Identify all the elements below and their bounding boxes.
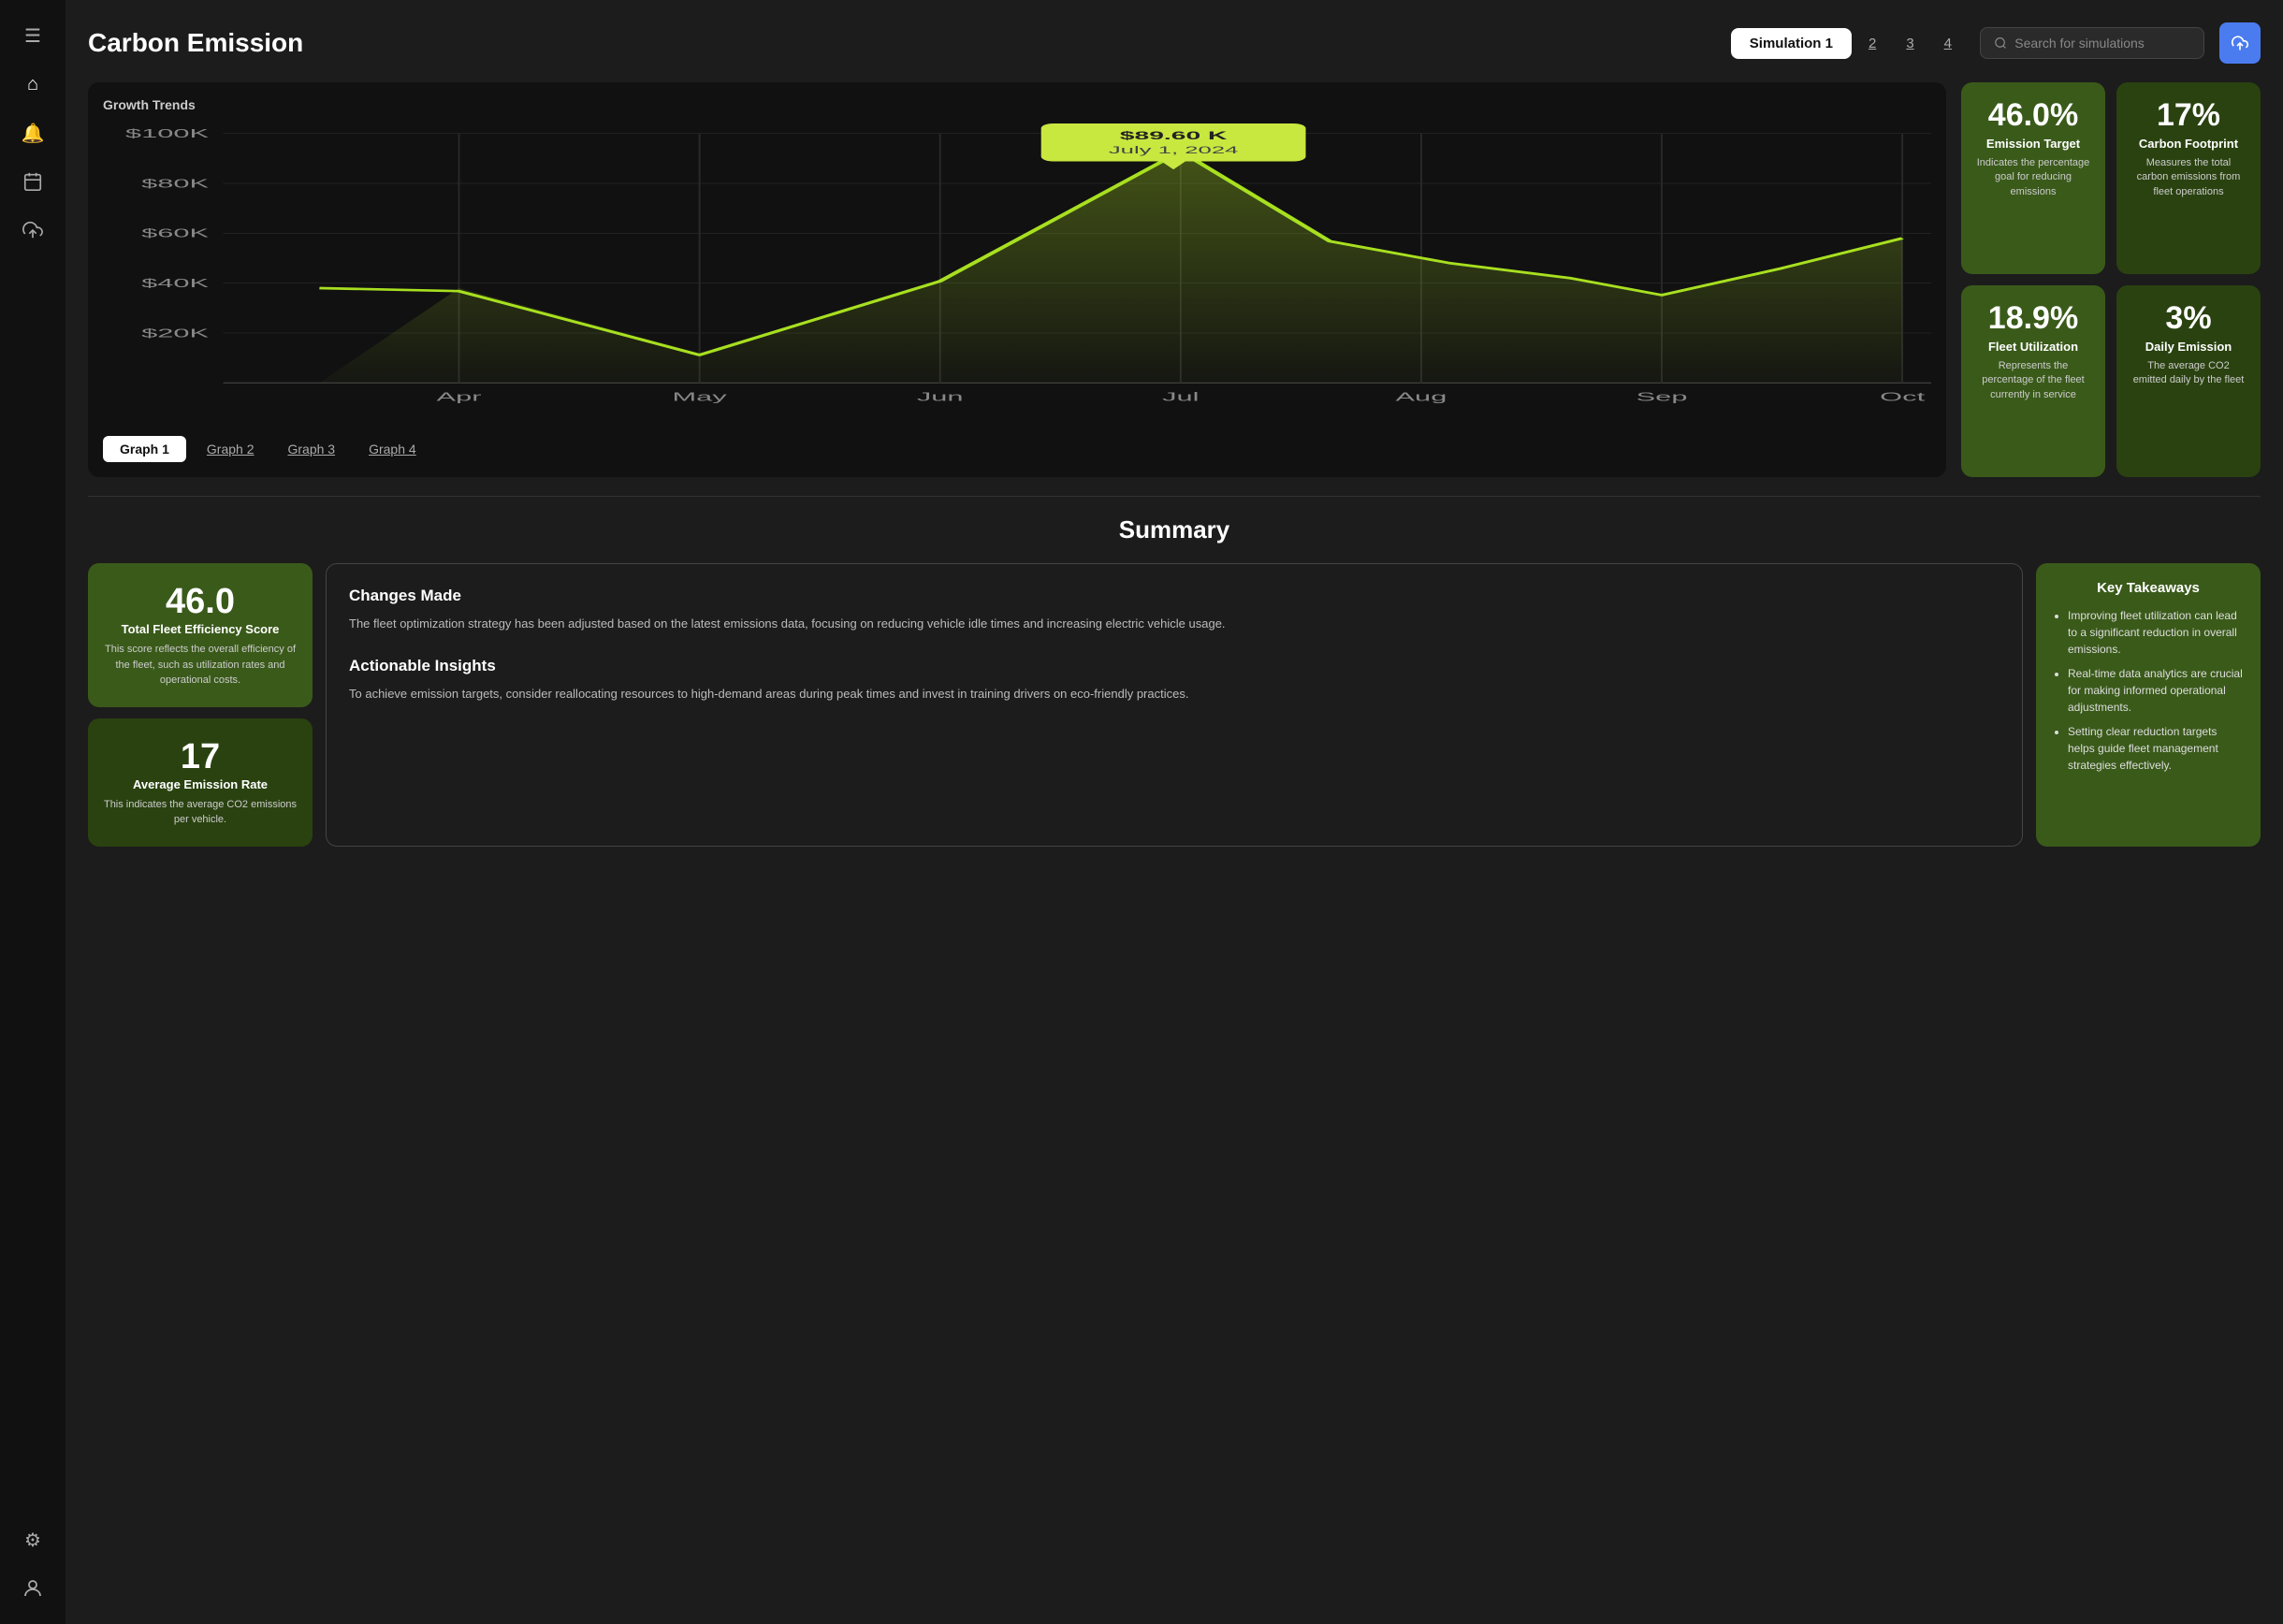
stat-card-efficiency: 46.0 Total Fleet Efficiency Score This s… <box>88 563 313 707</box>
section-divider <box>88 496 2261 497</box>
chart-section: Growth Trends <box>88 82 1946 477</box>
chart-container: $100K $80K $60K $40K $20K Apr May Jun Ju… <box>103 123 1931 423</box>
metric-card-carbon-footprint: 17% Carbon Footprint Measures the total … <box>2116 82 2261 274</box>
upload-icon[interactable] <box>12 210 53 251</box>
metric-value-emission-target: 46.0% <box>1988 99 2078 131</box>
main-content: Carbon Emission Simulation 1 2 3 4 Grow <box>65 0 2283 1624</box>
metric-value-carbon-footprint: 17% <box>2157 99 2220 131</box>
stat-desc-emission-rate: This indicates the average CO2 emissions… <box>103 797 298 828</box>
menu-icon[interactable]: ☰ <box>12 15 53 56</box>
summary-row: 46.0 Total Fleet Efficiency Score This s… <box>88 563 2261 847</box>
stat-label-emission-rate: Average Emission Rate <box>103 777 298 791</box>
svg-text:$20K: $20K <box>141 326 209 340</box>
stat-card-emission-rate: 17 Average Emission Rate This indicates … <box>88 718 313 847</box>
key-takeaways-list: Improving fleet utilization can lead to … <box>2051 607 2246 774</box>
metric-card-emission-target: 46.0% Emission Target Indicates the perc… <box>1961 82 2105 274</box>
svg-text:May: May <box>672 391 727 404</box>
metric-card-fleet-utilization: 18.9% Fleet Utilization Represents the p… <box>1961 285 2105 477</box>
svg-text:July 1, 2024: July 1, 2024 <box>1109 145 1239 156</box>
graph-tab-1[interactable]: Graph 1 <box>103 436 186 462</box>
summary-title: Summary <box>88 515 2261 544</box>
svg-text:Oct: Oct <box>1880 391 1926 404</box>
svg-text:Sep: Sep <box>1636 391 1688 404</box>
svg-text:$60K: $60K <box>141 227 209 240</box>
svg-text:Jul: Jul <box>1162 391 1199 404</box>
summary-section: Summary 46.0 Total Fleet Efficiency Scor… <box>88 515 2261 847</box>
svg-text:Aug: Aug <box>1395 391 1447 404</box>
chart-title: Growth Trends <box>103 97 1931 112</box>
simulation-tabs: Simulation 1 2 3 4 <box>1731 28 1965 59</box>
key-takeaways-title: Key Takeaways <box>2051 580 2246 596</box>
svg-text:Apr: Apr <box>437 391 482 404</box>
settings-icon[interactable]: ⚙ <box>12 1519 53 1560</box>
simulation-tab-3[interactable]: 3 <box>1893 28 1927 59</box>
takeaway-item-3: Setting clear reduction targets helps gu… <box>2068 723 2246 774</box>
stat-value-emission-rate: 17 <box>103 737 298 777</box>
graph-tab-4[interactable]: Graph 4 <box>356 436 429 462</box>
simulation-tab-2[interactable]: 2 <box>1855 28 1889 59</box>
search-bar[interactable] <box>1980 27 2204 59</box>
search-icon <box>1994 36 2007 51</box>
top-row: Growth Trends <box>88 82 2261 477</box>
metric-desc-emission-target: Indicates the percentage goal for reduci… <box>1974 156 2092 199</box>
graph-tab-2[interactable]: Graph 2 <box>194 436 268 462</box>
changes-made-text: The fleet optimization strategy has been… <box>349 615 1999 634</box>
svg-text:Jun: Jun <box>917 391 964 404</box>
changes-made-title: Changes Made <box>349 587 1999 605</box>
calendar-icon[interactable] <box>12 161 53 202</box>
summary-stats: 46.0 Total Fleet Efficiency Score This s… <box>88 563 313 847</box>
share-icon <box>2232 35 2248 51</box>
line-chart: $100K $80K $60K $40K $20K Apr May Jun Ju… <box>103 123 1931 423</box>
header: Carbon Emission Simulation 1 2 3 4 <box>88 22 2261 64</box>
share-button[interactable] <box>2219 22 2261 64</box>
metric-desc-carbon-footprint: Measures the total carbon emissions from… <box>2130 156 2247 199</box>
svg-text:$89.60 K: $89.60 K <box>1120 129 1228 142</box>
key-takeaways: Key Takeaways Improving fleet utilizatio… <box>2036 563 2261 847</box>
metrics-grid: 46.0% Emission Target Indicates the perc… <box>1961 82 2261 477</box>
simulation-tab-1[interactable]: Simulation 1 <box>1731 28 1852 59</box>
takeaway-item-2: Real-time data analytics are crucial for… <box>2068 665 2246 716</box>
stat-value-efficiency: 46.0 <box>103 582 298 622</box>
metric-label-daily-emission: Daily Emission <box>2145 340 2232 354</box>
actionable-insights-text: To achieve emission targets, consider re… <box>349 685 1999 704</box>
metric-card-daily-emission: 3% Daily Emission The average CO2 emitte… <box>2116 285 2261 477</box>
svg-text:$40K: $40K <box>141 277 209 290</box>
page-title: Carbon Emission <box>88 28 1716 58</box>
takeaway-item-1: Improving fleet utilization can lead to … <box>2068 607 2246 658</box>
bell-icon[interactable]: 🔔 <box>12 112 53 153</box>
stat-desc-efficiency: This score reflects the overall efficien… <box>103 642 298 689</box>
svg-text:$80K: $80K <box>141 177 209 190</box>
user-icon[interactable] <box>12 1568 53 1609</box>
graph-tab-3[interactable]: Graph 3 <box>275 436 349 462</box>
actionable-insights-title: Actionable Insights <box>349 657 1999 675</box>
stat-label-efficiency: Total Fleet Efficiency Score <box>103 622 298 636</box>
metric-label-emission-target: Emission Target <box>1986 137 2080 151</box>
metric-value-daily-emission: 3% <box>2165 302 2211 334</box>
sidebar: ☰ ⌂ 🔔 ⚙ <box>0 0 65 1624</box>
summary-center: Changes Made The fleet optimization stra… <box>326 563 2023 847</box>
search-input[interactable] <box>2014 36 2190 51</box>
graph-tabs: Graph 1 Graph 2 Graph 3 Graph 4 <box>103 436 1931 462</box>
metric-label-fleet-utilization: Fleet Utilization <box>1988 340 2078 354</box>
metric-value-fleet-utilization: 18.9% <box>1988 302 2078 334</box>
metric-desc-daily-emission: The average CO2 emitted daily by the fle… <box>2130 359 2247 388</box>
simulation-tab-4[interactable]: 4 <box>1931 28 1965 59</box>
metric-desc-fleet-utilization: Represents the percentage of the fleet c… <box>1974 359 2092 402</box>
metric-label-carbon-footprint: Carbon Footprint <box>2139 137 2238 151</box>
home-icon[interactable]: ⌂ <box>12 64 53 105</box>
svg-text:$100K: $100K <box>125 127 210 140</box>
